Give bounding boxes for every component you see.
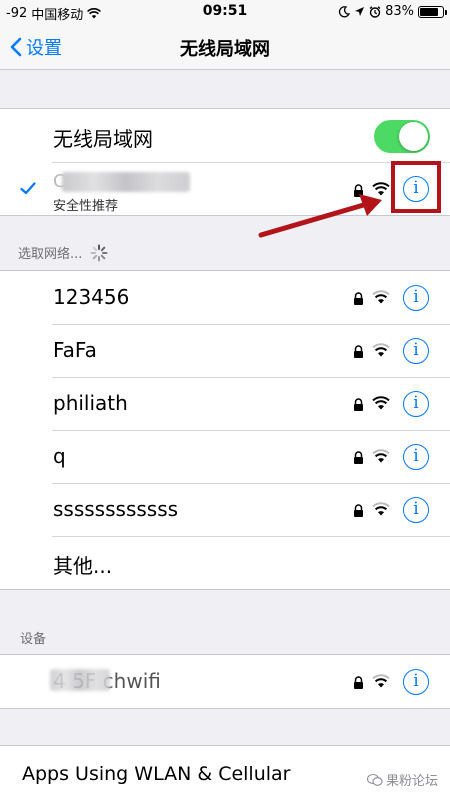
status-bar: -92 中国移动 09:51 83% xyxy=(0,0,450,24)
lock-icon xyxy=(354,451,363,464)
wifi-signal-icon xyxy=(372,502,390,516)
network-row[interactable]: q i xyxy=(0,430,450,483)
network-name: philiath xyxy=(53,391,128,415)
apps-using-wlan-row[interactable]: Apps Using WLAN & Cellular 果粉论坛 xyxy=(0,745,450,800)
checkmark-icon xyxy=(20,182,36,195)
toggle-knob xyxy=(399,122,428,151)
network-name: 123456 xyxy=(53,285,130,309)
lock-icon xyxy=(354,292,363,305)
info-button[interactable]: i xyxy=(403,444,429,470)
location-icon xyxy=(355,7,365,16)
other-network-label: 其他... xyxy=(53,554,113,578)
wifi-signal-icon xyxy=(372,396,390,410)
watermark: 果粉论坛 xyxy=(366,770,438,789)
battery-percent: 83% xyxy=(385,4,414,19)
network-name: q xyxy=(53,444,66,468)
wlan-toggle-row: 无线局域网 xyxy=(0,109,450,162)
lock-icon xyxy=(354,345,363,358)
other-network-row[interactable]: 其他... xyxy=(0,536,450,589)
device-row[interactable]: 4 5F chwifi i xyxy=(0,655,450,708)
network-name: FaFa xyxy=(53,338,97,362)
info-button[interactable]: i xyxy=(403,391,429,417)
watermark-text: 果粉论坛 xyxy=(385,774,438,789)
wifi-signal-icon xyxy=(372,290,390,304)
network-row[interactable]: philiath i xyxy=(0,377,450,430)
navigation-bar: 设置 无线局域网 xyxy=(0,24,450,70)
info-button[interactable]: i xyxy=(403,338,429,364)
wifi-signal-icon xyxy=(372,343,390,357)
lock-icon xyxy=(354,676,363,689)
moon-icon xyxy=(339,5,351,17)
battery-icon xyxy=(418,5,447,18)
redacted-device-name xyxy=(50,669,110,691)
network-row[interactable]: ssssssssssss i xyxy=(0,483,450,536)
page-title: 无线局域网 xyxy=(180,39,270,60)
info-button[interactable]: i xyxy=(403,669,429,695)
loading-spinner-icon xyxy=(90,244,108,261)
battery-fill xyxy=(420,7,439,16)
devices-header: 设备 xyxy=(20,632,47,647)
annotation-highlight-box xyxy=(391,161,441,213)
devices-group: 4 5F chwifi i xyxy=(0,654,450,709)
info-button[interactable]: i xyxy=(403,497,429,523)
annotation-arrow-icon xyxy=(258,194,382,238)
network-row[interactable]: 123456 i xyxy=(0,271,450,324)
connected-network-subtitle: 安全性推荐 xyxy=(53,199,119,214)
network-name: ssssssssssss xyxy=(53,497,179,521)
choose-network-header: 选取网络... xyxy=(18,243,108,262)
info-button[interactable]: i xyxy=(403,285,429,311)
lock-icon xyxy=(354,504,363,517)
wlan-toggle-switch[interactable] xyxy=(374,120,430,153)
wechat-logo-icon xyxy=(366,773,383,786)
network-row[interactable]: FaFa i xyxy=(0,324,450,377)
wifi-signal-icon xyxy=(372,674,390,688)
redacted-network-name xyxy=(62,172,190,192)
wlan-toggle-label: 无线局域网 xyxy=(53,127,153,151)
lock-icon xyxy=(354,398,363,411)
alarm-icon xyxy=(369,5,381,18)
network-list: 123456 i FaFa i philiath i q i sssssssss… xyxy=(0,270,450,590)
apps-using-wlan-label: Apps Using WLAN & Cellular xyxy=(22,763,291,785)
wifi-signal-icon xyxy=(372,449,390,463)
